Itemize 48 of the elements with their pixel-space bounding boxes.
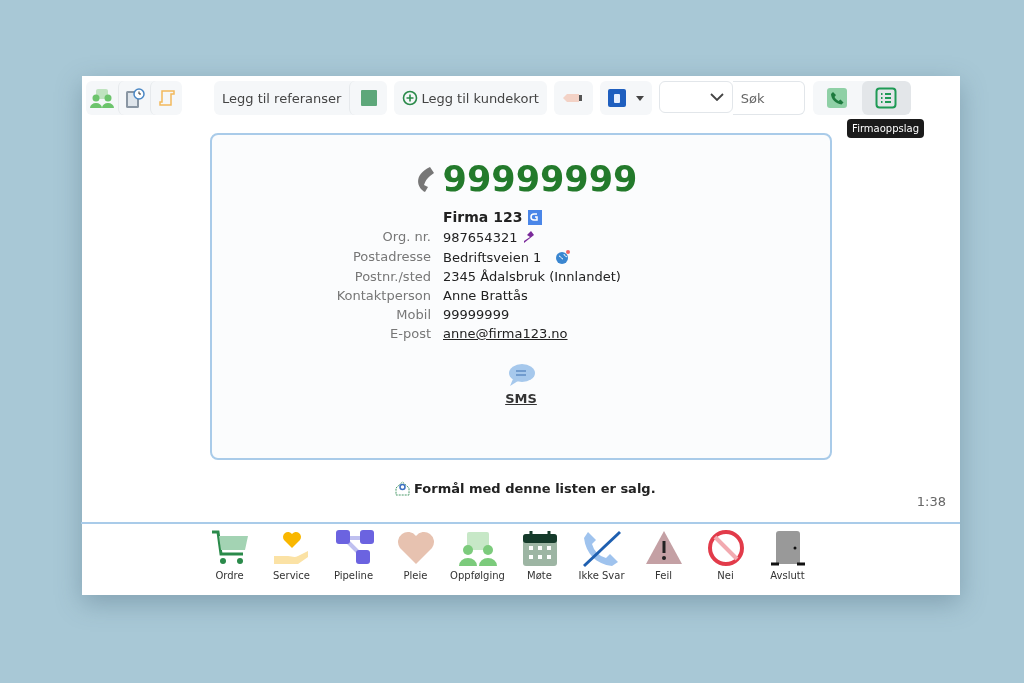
no-action-button[interactable]: Nei: [694, 528, 757, 595]
field-value: 987654321: [443, 229, 518, 245]
calendar-action-button[interactable]: Møte: [508, 528, 571, 595]
field-label: Postnr./sted: [353, 269, 431, 284]
caret-icon: [635, 95, 644, 101]
search-logo-icon: [528, 209, 543, 225]
add-customer-card-button[interactable]: Legg til kundekort: [394, 81, 547, 115]
email-link[interactable]: anne@firma123.no: [443, 326, 568, 341]
sms-bubble-icon: [507, 363, 535, 387]
warning-action-button[interactable]: Feil: [632, 528, 695, 595]
chevron-down-icon: [709, 93, 724, 101]
field-label: Mobil: [395, 307, 431, 322]
square-icon: [360, 90, 377, 106]
group-icon: [89, 87, 115, 109]
field-value: 2345 Ådalsbruk (Innlandet): [443, 269, 621, 284]
search-field[interactable]: Søk: [732, 81, 805, 115]
sms-link[interactable]: SMS: [505, 391, 537, 406]
tag-icon: [562, 93, 585, 103]
field-value: Anne Brattås: [443, 288, 528, 303]
noanswer-icon: [580, 528, 623, 568]
field-label: E-post: [389, 326, 431, 341]
cart-action-button[interactable]: Ordre: [198, 528, 261, 595]
noanswer-action-button[interactable]: Ikke Svar: [570, 528, 633, 595]
heart-action-button[interactable]: Pleie: [384, 528, 447, 595]
field-label: Postadresse: [351, 249, 431, 265]
globe-icon: [555, 249, 572, 265]
tooltip: Firmaoppslag: [847, 119, 924, 138]
phone-icon: [827, 88, 848, 108]
field-value: 99999999: [443, 307, 510, 322]
house-lock-icon: [395, 481, 410, 496]
service-action-button[interactable]: Service: [260, 528, 323, 595]
scroll-icon: [156, 88, 177, 108]
meeting-action-button[interactable]: Oppfølging: [446, 528, 509, 595]
purpose-text: Formål med denne listen er salg.: [414, 481, 656, 496]
phone-number: 99999999: [442, 159, 638, 199]
select-field[interactable]: [658, 81, 733, 113]
exit-action-button[interactable]: Avslutt: [756, 528, 819, 595]
badge-icon: [607, 89, 626, 107]
clipboard-clock-icon: [124, 87, 145, 109]
field-label: Kontaktperson: [335, 288, 431, 303]
company-name: Firma 123: [443, 209, 523, 225]
list-button[interactable]: [861, 81, 911, 115]
list-icon: [875, 87, 898, 109]
field-value: Bedriftsveien 1: [443, 249, 542, 265]
pipeline-action-button[interactable]: Pipeline: [322, 528, 385, 595]
field-label: Org. nr.: [381, 229, 431, 245]
timer: 1:38: [916, 494, 946, 509]
plus-circle-icon: [402, 90, 419, 106]
